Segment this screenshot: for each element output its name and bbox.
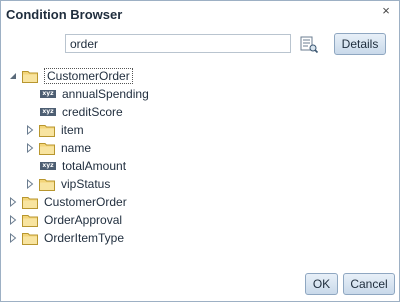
- tree-node-attribute[interactable]: xyz creditScore: [40, 103, 123, 121]
- folder-icon: [22, 214, 38, 227]
- expand-arrow-icon[interactable]: [8, 233, 18, 243]
- ok-button[interactable]: OK: [305, 273, 338, 295]
- tree-node-label: CustomerOrder: [44, 195, 127, 209]
- cancel-button[interactable]: Cancel: [343, 273, 395, 295]
- close-icon[interactable]: ×: [379, 4, 393, 18]
- search-input[interactable]: [65, 34, 291, 53]
- tree-node-label: vipStatus: [61, 177, 111, 191]
- tree-node-label: totalAmount: [62, 159, 127, 173]
- condition-browser-dialog: Condition Browser × Details CustomerOrde…: [0, 0, 400, 302]
- expand-arrow-icon[interactable]: [8, 215, 18, 225]
- tree-node-root[interactable]: CustomerOrder: [8, 193, 127, 211]
- folder-icon: [22, 70, 38, 83]
- filter-icon[interactable]: [299, 34, 319, 54]
- tree-node-label: annualSpending: [62, 87, 149, 101]
- details-button[interactable]: Details: [334, 33, 386, 55]
- folder-icon: [39, 142, 55, 155]
- folder-icon: [39, 124, 55, 137]
- tree-node-root[interactable]: OrderItemType: [8, 229, 124, 247]
- tree-node-label: creditScore: [62, 105, 123, 119]
- tree-node-label: OrderApproval: [44, 213, 123, 227]
- folder-icon: [39, 178, 55, 191]
- expand-arrow-icon[interactable]: [8, 197, 18, 207]
- attribute-xyz-icon: xyz: [40, 108, 56, 116]
- tree-node-root[interactable]: CustomerOrder: [8, 67, 133, 85]
- tree-node-label: name: [61, 141, 92, 155]
- tree-node-attribute[interactable]: xyz totalAmount: [40, 157, 126, 175]
- expand-arrow-icon[interactable]: [25, 179, 35, 189]
- tree-node-folder[interactable]: vipStatus: [25, 175, 110, 193]
- dialog-title: Condition Browser: [6, 7, 123, 22]
- folder-icon: [22, 196, 38, 209]
- tree-node-label: OrderItemType: [44, 231, 125, 245]
- expand-arrow-icon[interactable]: [25, 125, 35, 135]
- tree-node-label: item: [61, 123, 84, 137]
- attribute-xyz-icon: xyz: [40, 90, 56, 98]
- collapse-arrow-icon[interactable]: [8, 71, 18, 81]
- folder-icon: [22, 232, 38, 245]
- tree-node-attribute[interactable]: xyz annualSpending: [40, 85, 149, 103]
- tree-node-folder[interactable]: item: [25, 121, 84, 139]
- tree-node-root[interactable]: OrderApproval: [8, 211, 122, 229]
- tree-node-label: CustomerOrder: [44, 68, 133, 84]
- tree-node-folder[interactable]: name: [25, 139, 91, 157]
- expand-arrow-icon[interactable]: [25, 143, 35, 153]
- attribute-xyz-icon: xyz: [40, 162, 56, 170]
